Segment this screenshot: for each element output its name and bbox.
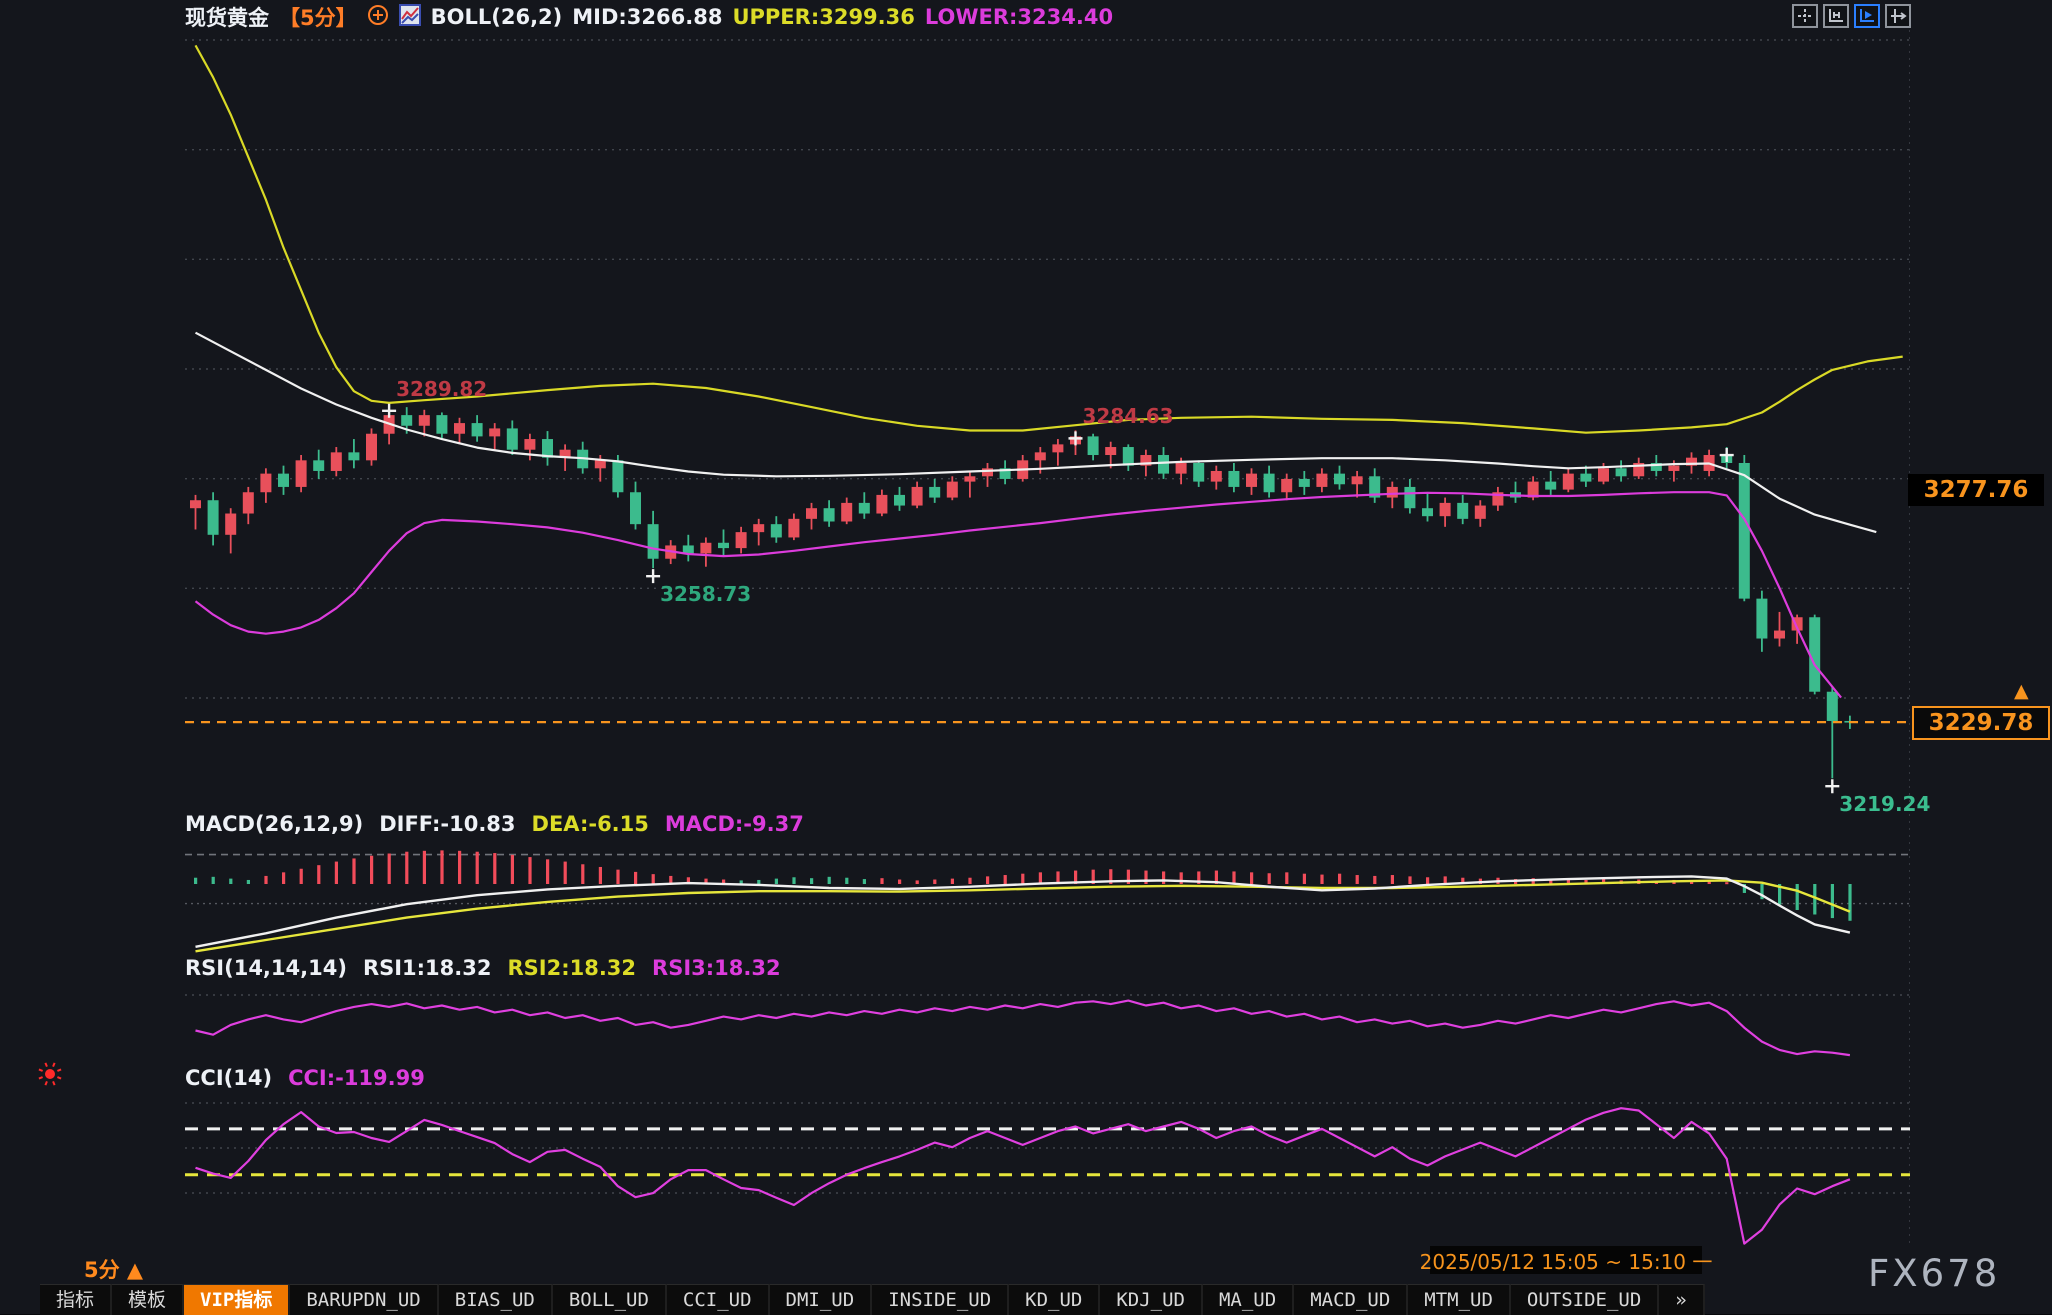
price-annotation: 3258.73 xyxy=(660,582,751,606)
tab-macd_ud[interactable]: MACD_UD xyxy=(1294,1284,1408,1315)
chart-application: 分时图K线图闪电图合约资料 3358.023358.023337.403337.… xyxy=(0,0,2052,1314)
tab-barupdn_ud[interactable]: BARUPDN_UD xyxy=(290,1284,438,1315)
tab-inside_ud[interactable]: INSIDE_UD xyxy=(872,1284,1009,1315)
tab-vip指标[interactable]: VIP指标 xyxy=(184,1284,290,1315)
add-indicator-icon[interactable] xyxy=(367,4,389,31)
chart-header: 现货黄金 【5分】 BOLL(26,2) MID:3266.88 UPPER:3… xyxy=(185,3,1113,31)
macd-dea-value: DEA:-6.15 xyxy=(532,812,649,836)
macd-label: MACD(26,12,9) xyxy=(185,812,363,836)
right-axis-price-tag: 3277.76 xyxy=(1908,474,2044,506)
tab-模板[interactable]: 模板 xyxy=(112,1284,184,1315)
boll-label: BOLL(26,2) xyxy=(431,5,563,29)
tab-kd_ud[interactable]: KD_UD xyxy=(1009,1284,1100,1315)
axis-lock-icon[interactable] xyxy=(1885,4,1911,28)
chart-canvas[interactable] xyxy=(0,0,2052,1314)
current-price-tag: 3229.78 xyxy=(1912,706,2050,740)
cci-panel-header: CCI(14) CCI:-119.99 xyxy=(185,1066,425,1090)
tab-cci_ud[interactable]: CCI_UD xyxy=(667,1284,770,1315)
boll-mid-value: MID:3266.88 xyxy=(572,5,722,29)
tab-指标[interactable]: 指标 xyxy=(40,1284,112,1315)
price-annotation: 3289.82 xyxy=(396,377,487,401)
period-indicator[interactable]: 5分 ▲ xyxy=(84,1254,143,1284)
tab-outside_ud[interactable]: OUTSIDE_UD xyxy=(1511,1284,1659,1315)
tab-kdj_ud[interactable]: KDJ_UD xyxy=(1100,1284,1203,1315)
period-badge[interactable]: 【5分】 xyxy=(279,2,357,32)
price-up-arrow-icon[interactable]: ▲ xyxy=(2014,684,2029,698)
indicator-tabs: 指标模板VIP指标BARUPDN_UDBIAS_UDBOLL_UDCCI_UDD… xyxy=(40,1284,1705,1314)
tab-mtm_ud[interactable]: MTM_UD xyxy=(1408,1284,1511,1315)
boll-upper-value: UPPER:3299.36 xyxy=(732,5,914,29)
boll-lower-value: LOWER:3234.40 xyxy=(925,5,1113,29)
rsi3-value: RSI3:18.32 xyxy=(652,956,781,980)
cci-value: CCI:-119.99 xyxy=(288,1066,425,1090)
bar-timestamp: 2025/05/12 15:05 ~ 15:10 一 xyxy=(1430,1246,1702,1274)
scale-toolbar xyxy=(1792,4,1911,28)
axis-scale-icon[interactable] xyxy=(1823,4,1849,28)
macd-panel-header: MACD(26,12,9) DIFF:-10.83 DEA:-6.15 MACD… xyxy=(185,812,804,836)
price-annotation: 3219.24 xyxy=(1839,792,1930,816)
cci-label: CCI(14) xyxy=(185,1066,272,1090)
tab-boll_ud[interactable]: BOLL_UD xyxy=(553,1284,667,1315)
crosshair-icon[interactable] xyxy=(1792,4,1818,28)
tab-ma_ud[interactable]: MA_UD xyxy=(1203,1284,1294,1315)
symbol-name: 现货黄金 xyxy=(185,2,269,32)
price-annotation: 3284.63 xyxy=(1083,404,1174,428)
macd-diff-value: DIFF:-10.83 xyxy=(379,812,515,836)
axis-play-icon[interactable] xyxy=(1854,4,1880,28)
tab-bias_ud[interactable]: BIAS_UD xyxy=(439,1284,553,1315)
rsi2-value: RSI2:18.32 xyxy=(507,956,636,980)
watermark: FX678 xyxy=(1868,1252,2000,1295)
rsi-panel-header: RSI(14,14,14) RSI1:18.32 RSI2:18.32 RSI3… xyxy=(185,956,781,980)
rsi-label: RSI(14,14,14) xyxy=(185,956,347,980)
chart-type-icon[interactable] xyxy=(399,3,421,32)
rsi1-value: RSI1:18.32 xyxy=(363,956,492,980)
tab-dmi_ud[interactable]: DMI_UD xyxy=(770,1284,873,1315)
macd-macd-value: MACD:-9.37 xyxy=(665,812,804,836)
tab-»[interactable]: » xyxy=(1659,1284,1704,1315)
